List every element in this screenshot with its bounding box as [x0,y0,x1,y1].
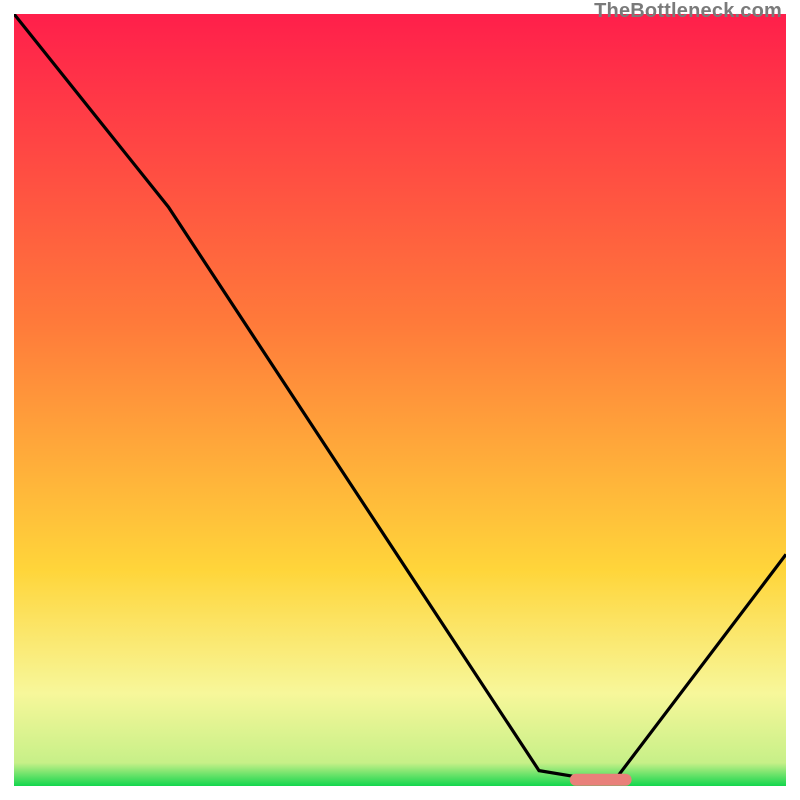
chart-container: TheBottleneck.com [0,0,800,800]
gradient-background [14,14,786,786]
optimal-marker [570,774,632,786]
watermark-text: TheBottleneck.com [594,0,782,23]
chart-svg [14,14,786,786]
plot-area [14,14,786,786]
